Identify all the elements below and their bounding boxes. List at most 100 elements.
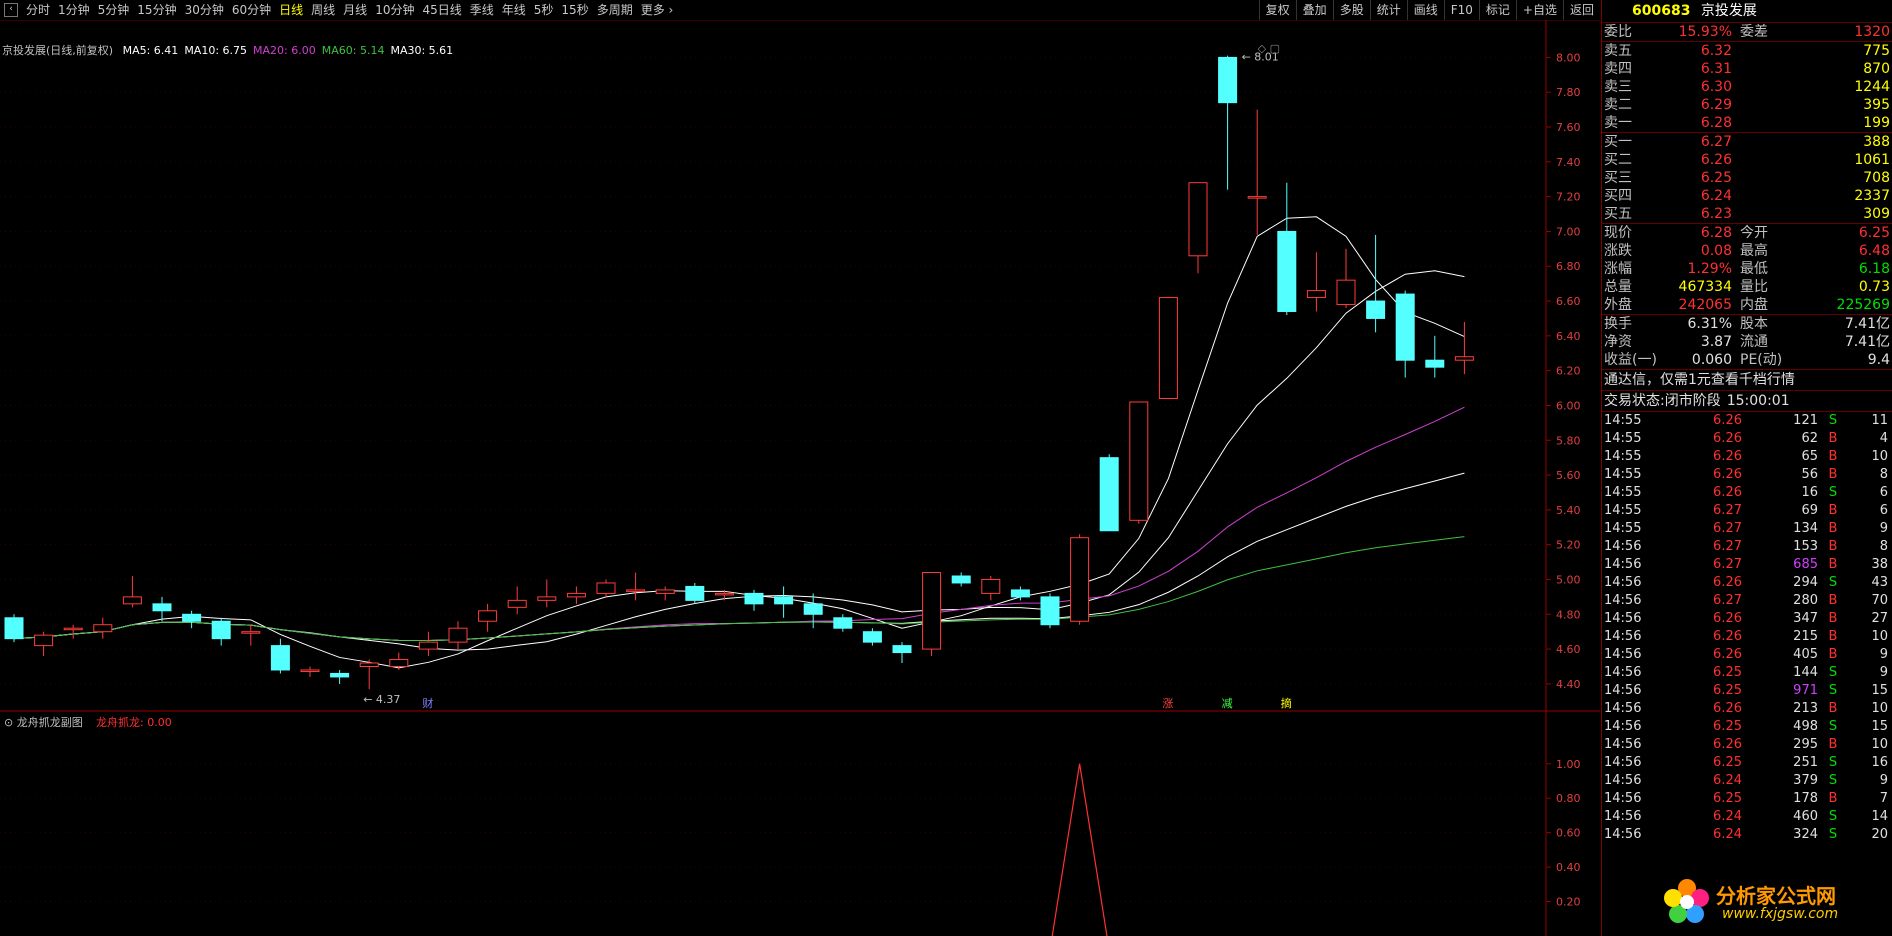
- tick-list[interactable]: 14:55 6.26 121 S 11 14:55 6.26 62 B 4 14:55 6.26 65 B…: [1602, 412, 1892, 844]
- period-tab-13[interactable]: 5秒: [530, 0, 558, 20]
- candle[interactable]: [1070, 537, 1090, 622]
- candle[interactable]: [478, 610, 498, 622]
- tool-button-7[interactable]: +自选: [1515, 0, 1563, 20]
- candle[interactable]: [63, 627, 83, 631]
- tick-row[interactable]: 14:55 6.26 62 B 4: [1602, 430, 1892, 448]
- candle[interactable]: [596, 582, 616, 594]
- candle[interactable]: [951, 575, 971, 584]
- candle[interactable]: [359, 662, 379, 667]
- asks-row-3[interactable]: 卖二 6.29 395: [1602, 96, 1892, 114]
- candle[interactable]: [655, 589, 675, 594]
- chart-canvas[interactable]: 8.00 7.80 7.60 7.40 7.20 7.00 6.80 6.60 6.40 6.20…: [0, 20, 1600, 936]
- asks-row-0[interactable]: 卖五 6.32 775: [1602, 42, 1892, 60]
- period-tab-9[interactable]: 10分钟: [371, 0, 418, 20]
- period-tab-4[interactable]: 30分钟: [181, 0, 228, 20]
- tick-row[interactable]: 14:56 6.27 685 B 38: [1602, 556, 1892, 574]
- tick-row[interactable]: 14:56 6.26 405 B 9: [1602, 646, 1892, 664]
- period-tab-15[interactable]: 多周期: [593, 0, 637, 20]
- tick-row[interactable]: 14:55 6.26 56 B 8: [1602, 466, 1892, 484]
- notice-row[interactable]: 通达信，仅需1元查看千档行情: [1602, 370, 1892, 391]
- period-tab-16[interactable]: 更多 ›: [637, 0, 678, 20]
- candle[interactable]: [566, 592, 586, 598]
- candle[interactable]: [1454, 356, 1474, 361]
- candle[interactable]: [774, 596, 794, 605]
- candle[interactable]: [1425, 359, 1445, 368]
- candle[interactable]: [537, 596, 557, 601]
- tick-row[interactable]: 14:56 6.27 153 B 8: [1602, 538, 1892, 556]
- candle[interactable]: [418, 641, 438, 650]
- tick-row[interactable]: 14:55 6.27 69 B 6: [1602, 502, 1892, 520]
- bids-row-2[interactable]: 买三 6.25 708: [1602, 169, 1892, 187]
- tool-button-8[interactable]: 返回: [1562, 0, 1600, 20]
- candle[interactable]: [1218, 56, 1238, 104]
- tick-row[interactable]: 14:56 6.26 347 B 27: [1602, 610, 1892, 628]
- candle[interactable]: [714, 592, 734, 596]
- period-tab-1[interactable]: 1分钟: [54, 0, 94, 20]
- candle[interactable]: [507, 599, 527, 608]
- candle[interactable]: [685, 585, 705, 601]
- tick-row[interactable]: 14:56 6.25 178 B 7: [1602, 790, 1892, 808]
- asks-row-1[interactable]: 卖四 6.31 870: [1602, 60, 1892, 78]
- tool-button-4[interactable]: 画线: [1406, 0, 1444, 20]
- period-tab-6[interactable]: 日线: [275, 0, 307, 20]
- period-tab-14[interactable]: 15秒: [557, 0, 592, 20]
- period-tab-12[interactable]: 年线: [498, 0, 530, 20]
- candle[interactable]: [803, 603, 823, 615]
- period-tab-8[interactable]: 月线: [339, 0, 371, 20]
- candle[interactable]: [862, 631, 882, 643]
- candle[interactable]: [1129, 401, 1149, 521]
- tool-button-3[interactable]: 统计: [1369, 0, 1407, 20]
- tick-row[interactable]: 14:55 6.26 16 S 6: [1602, 484, 1892, 502]
- tick-row[interactable]: 14:56 6.24 324 S 20: [1602, 826, 1892, 844]
- candle[interactable]: [93, 624, 113, 633]
- candle[interactable]: [152, 603, 172, 612]
- bids-row-1[interactable]: 买二 6.26 1061: [1602, 151, 1892, 169]
- bids-row-3[interactable]: 买四 6.24 2337: [1602, 187, 1892, 205]
- candle[interactable]: [744, 592, 764, 605]
- candle[interactable]: [300, 669, 320, 672]
- period-tab-11[interactable]: 季线: [466, 0, 498, 20]
- candle[interactable]: [4, 617, 24, 640]
- candle[interactable]: [1395, 293, 1415, 361]
- candle[interactable]: [389, 659, 409, 667]
- candle[interactable]: [1336, 279, 1356, 306]
- candle[interactable]: [34, 634, 54, 647]
- tick-row[interactable]: 14:56 6.25 971 S 15: [1602, 682, 1892, 700]
- back-arrow-icon[interactable]: ‹: [4, 3, 18, 17]
- event-marker-2[interactable]: 减: [1222, 697, 1233, 710]
- tick-row[interactable]: 14:56 6.25 498 S 15: [1602, 718, 1892, 736]
- candle[interactable]: [270, 645, 290, 671]
- tick-row[interactable]: 14:55 6.26 121 S 11: [1602, 412, 1892, 430]
- candle[interactable]: [892, 645, 912, 654]
- candle[interactable]: [1099, 457, 1119, 532]
- candle[interactable]: [922, 572, 942, 650]
- candle[interactable]: [448, 627, 468, 643]
- candle[interactable]: [1306, 290, 1326, 299]
- candle[interactable]: [1366, 300, 1386, 319]
- candle[interactable]: [1158, 297, 1178, 399]
- candle[interactable]: [626, 589, 646, 592]
- candle[interactable]: [1010, 589, 1030, 598]
- tool-button-2[interactable]: 多股: [1332, 0, 1370, 20]
- event-marker-3[interactable]: 摘: [1281, 696, 1292, 710]
- tick-row[interactable]: 14:56 6.25 144 S 9: [1602, 664, 1892, 682]
- tick-row[interactable]: 14:56 6.26 215 B 10: [1602, 628, 1892, 646]
- candle[interactable]: [330, 672, 350, 678]
- candle[interactable]: [1277, 230, 1297, 312]
- tool-button-6[interactable]: 标记: [1478, 0, 1516, 20]
- event-marker-0[interactable]: 财: [422, 696, 433, 710]
- tool-button-1[interactable]: 叠加: [1295, 0, 1333, 20]
- candle[interactable]: [182, 613, 202, 622]
- asks-row-4[interactable]: 卖一 6.28 199: [1602, 114, 1892, 132]
- event-marker-1[interactable]: 涨: [1162, 697, 1173, 710]
- tick-row[interactable]: 14:56 6.27 280 B 70: [1602, 592, 1892, 610]
- candle[interactable]: [833, 617, 853, 629]
- kline-chart[interactable]: 8.00 7.80 7.60 7.40 7.20 7.00 6.80 6.60 6.40 6.20…: [0, 20, 1600, 936]
- candle[interactable]: [1247, 196, 1267, 199]
- tick-row[interactable]: 14:56 6.26 294 S 43: [1602, 574, 1892, 592]
- tick-row[interactable]: 14:56 6.24 460 S 14: [1602, 808, 1892, 826]
- period-tab-10[interactable]: 45日线: [418, 0, 465, 20]
- candle[interactable]: [981, 578, 1001, 594]
- period-tab-0[interactable]: 分时: [22, 0, 54, 20]
- candle[interactable]: [241, 631, 261, 634]
